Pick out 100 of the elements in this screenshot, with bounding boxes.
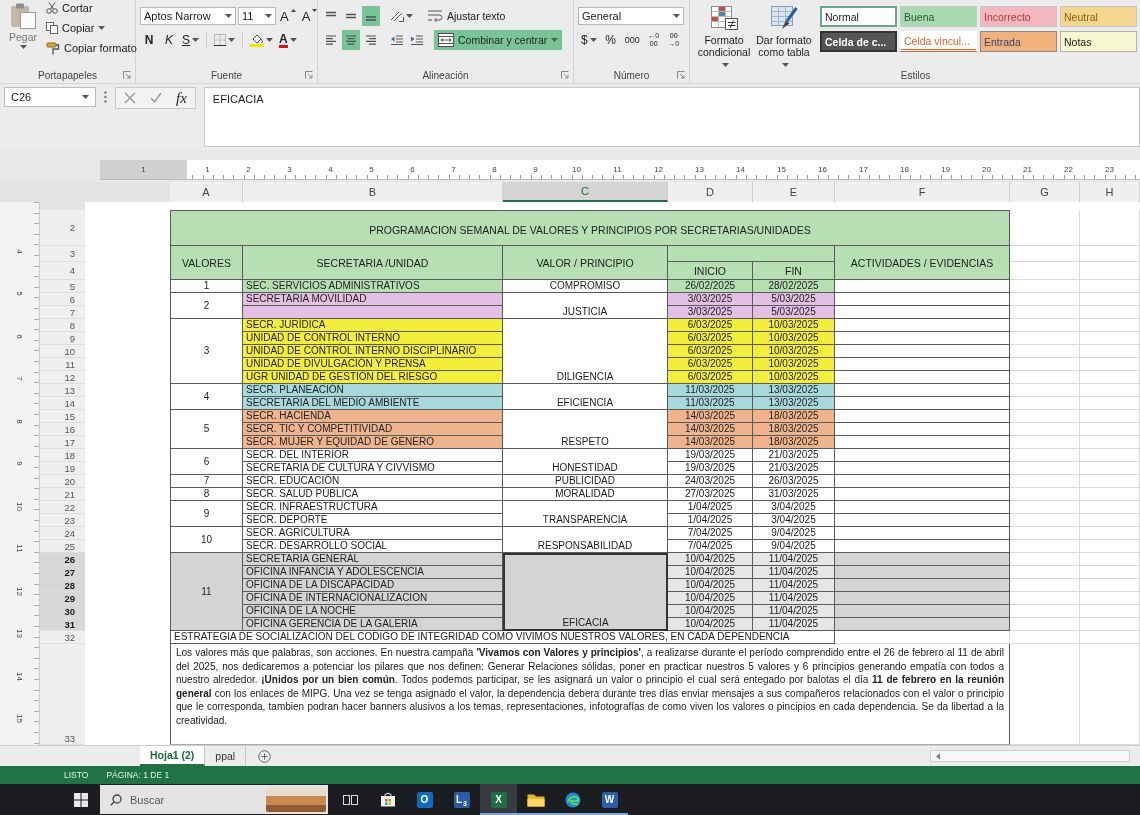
row-number[interactable]: 21: [40, 488, 85, 501]
taskbar-button[interactable]: W: [591, 784, 628, 815]
row-number[interactable]: 23: [40, 514, 85, 527]
row-number[interactable]: 27: [40, 566, 85, 579]
table-cell[interactable]: EFICACIA: [503, 553, 668, 631]
wrap-text-button[interactable]: Ajustar texto: [423, 6, 510, 26]
conditional-format-button[interactable]: Formato condicional: [694, 0, 754, 67]
row-number[interactable]: 10: [40, 345, 85, 358]
currency-format-button[interactable]: $: [578, 30, 600, 50]
column-letter[interactable]: H: [1080, 182, 1140, 202]
shrink-font-button[interactable]: A: [299, 6, 320, 26]
font-color-button[interactable]: A: [277, 30, 299, 50]
cell-style-option[interactable]: Notas: [1060, 31, 1137, 52]
left-arrow-icon[interactable]: [935, 752, 941, 760]
taskbar-button[interactable]: O: [406, 784, 443, 815]
column-letter[interactable]: E: [753, 182, 835, 202]
horizontal-scrollbar[interactable]: [930, 750, 1130, 762]
column-letter[interactable]: G: [1010, 182, 1080, 202]
formula-field[interactable]: EFICACIA: [203, 87, 1140, 147]
row-number[interactable]: 3: [40, 246, 85, 262]
row-number[interactable]: 33: [40, 644, 85, 745]
column-letter[interactable]: C: [503, 182, 668, 202]
row-number[interactable]: 30: [40, 605, 85, 618]
font-size-dropdown[interactable]: 11: [238, 7, 276, 25]
column-letter[interactable]: D: [668, 182, 753, 202]
row-number[interactable]: 19: [40, 462, 85, 475]
more-options-icon[interactable]: [104, 91, 107, 103]
row-number[interactable]: 22: [40, 501, 85, 514]
dialog-launcher-icon[interactable]: [305, 71, 313, 79]
table-cell: 26/03/2025: [753, 475, 835, 488]
underline-button[interactable]: S: [180, 30, 201, 50]
empty-cell: [1080, 540, 1140, 553]
sheet-tab[interactable]: Hoja1 (2): [140, 746, 206, 766]
row-number[interactable]: 29: [40, 592, 85, 605]
taskbar-button[interactable]: X: [480, 784, 517, 815]
table-cell[interactable]: HONESTIDAD: [503, 449, 668, 475]
row-number[interactable]: 28: [40, 579, 85, 592]
row-number[interactable]: 32: [40, 631, 85, 644]
row-number[interactable]: 13: [40, 384, 85, 397]
paste-button[interactable]: Pegar: [4, 0, 42, 67]
grow-font-button[interactable]: A: [278, 6, 298, 26]
search-field[interactable]: Buscar: [130, 793, 258, 806]
cell-style-option[interactable]: Neutral: [1060, 6, 1137, 27]
table-cell[interactable]: TRANSPARENCIA: [503, 501, 668, 527]
cell-style-option[interactable]: Normal: [820, 6, 897, 27]
empty-cell: [1010, 475, 1080, 488]
font-family-dropdown[interactable]: Aptos Narrow: [140, 7, 236, 25]
column-letter[interactable]: B: [243, 182, 503, 202]
cut-button[interactable]: Cortar: [46, 0, 137, 16]
table-cell[interactable]: PUBLICIDAD: [503, 475, 668, 488]
bold-button[interactable]: N: [140, 30, 158, 50]
insert-function-button[interactable]: fx: [176, 89, 187, 107]
cell-style-option[interactable]: Entrada: [980, 31, 1057, 52]
windows-logo-icon[interactable]: [74, 792, 88, 807]
table-cell: 9/04/2025: [753, 527, 835, 540]
format-painter-button[interactable]: Copiar formato: [46, 40, 137, 56]
row-number[interactable]: 8: [40, 319, 85, 332]
row-number[interactable]: 5: [40, 280, 85, 293]
row-number[interactable]: 18: [40, 449, 85, 462]
percent-format-button[interactable]: %: [601, 30, 620, 50]
two-panes-icon: [343, 793, 358, 806]
dialog-launcher-icon[interactable]: [677, 71, 685, 79]
caret-icon: [98, 26, 106, 30]
check-icon[interactable]: [150, 92, 162, 104]
row-number[interactable]: 25: [40, 540, 85, 553]
merge-arrows-icon: [438, 33, 454, 47]
cell-style-option[interactable]: Celda vincul...: [900, 31, 977, 52]
row-number[interactable]: 6: [40, 293, 85, 306]
horizontal-align-button[interactable]: [342, 30, 360, 50]
name-box[interactable]: C26: [4, 87, 96, 107]
column-letter[interactable]: A: [170, 182, 243, 202]
merge-center-button[interactable]: Combinar y centrar: [434, 30, 563, 50]
row-number[interactable]: 26: [40, 553, 85, 566]
cell-style-option[interactable]: Celda de c...: [820, 31, 897, 52]
format-as-table-button[interactable]: Dar formato como tabla: [754, 0, 814, 67]
thousands-separator-button[interactable]: 000: [621, 30, 643, 50]
row-number[interactable]: 12: [40, 371, 85, 384]
row-number[interactable]: 7: [40, 306, 85, 319]
dialog-launcher-icon[interactable]: [561, 71, 569, 79]
dialog-launcher-icon[interactable]: [123, 71, 131, 79]
row-number[interactable]: 16: [40, 423, 85, 436]
column-letter[interactable]: F: [835, 182, 1010, 202]
row-number[interactable]: 14: [40, 397, 85, 410]
table-cell[interactable]: MORALIDAD: [503, 488, 668, 501]
row-number[interactable]: 24: [40, 527, 85, 540]
row-number[interactable]: 4: [40, 262, 85, 280]
row-number[interactable]: 15: [40, 410, 85, 423]
empty-cell: [1080, 345, 1140, 358]
table-cell: 3/04/2025: [753, 501, 835, 514]
number-format-dropdown[interactable]: General: [578, 7, 684, 25]
row-number[interactable]: 17: [40, 436, 85, 449]
row-number[interactable]: 31: [40, 618, 85, 631]
row-number[interactable]: 11: [40, 358, 85, 371]
plus-circle-icon[interactable]: [258, 749, 272, 763]
cell-style-option[interactable]: Buena: [900, 6, 977, 27]
italic-button[interactable]: K: [160, 30, 178, 50]
copy-button[interactable]: Copiar: [46, 20, 137, 36]
row-number[interactable]: 2: [40, 210, 85, 246]
row-number[interactable]: 9: [40, 332, 85, 345]
row-number[interactable]: 20: [40, 475, 85, 488]
